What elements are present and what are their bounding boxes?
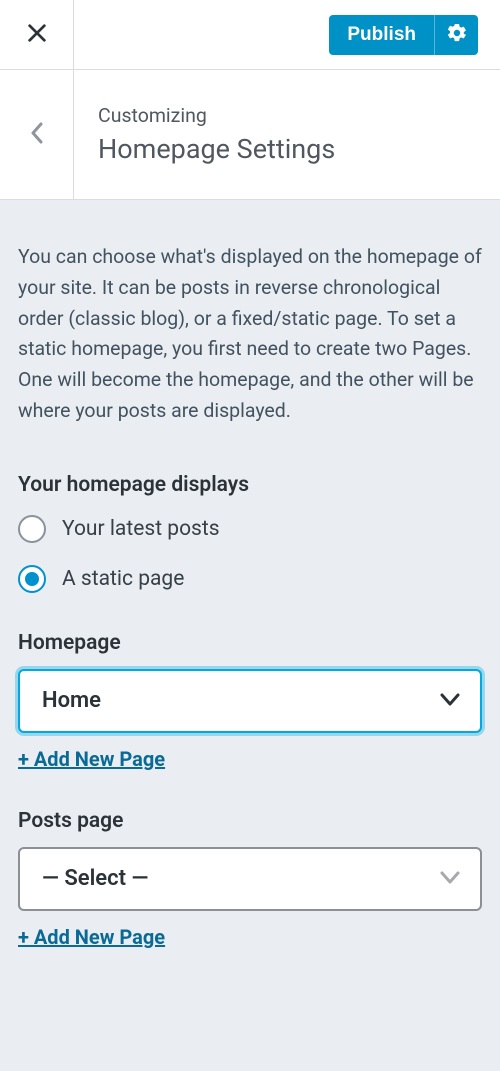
radio-label: A static page xyxy=(62,567,184,591)
chevron-down-icon xyxy=(438,687,462,715)
publish-group: Publish xyxy=(329,15,478,55)
page-title: Homepage Settings xyxy=(98,133,335,165)
section-header: Customizing Homepage Settings xyxy=(0,70,500,200)
publish-settings-button[interactable] xyxy=(434,15,478,55)
add-new-page-posts[interactable]: + Add New Page xyxy=(18,925,165,949)
radio-latest-posts[interactable]: Your latest posts xyxy=(18,515,482,543)
back-button[interactable] xyxy=(0,70,74,200)
homepage-select[interactable]: Home xyxy=(18,669,482,733)
topbar: Publish xyxy=(0,0,500,70)
homepage-label: Homepage xyxy=(18,631,482,655)
displays-heading: Your homepage displays xyxy=(18,473,482,497)
publish-button[interactable]: Publish xyxy=(329,15,434,55)
close-icon xyxy=(26,22,48,47)
radio-label: Your latest posts xyxy=(62,517,220,541)
posts-page-field: Posts page — Select — + Add New Page xyxy=(18,809,482,949)
radio-input[interactable] xyxy=(18,515,46,543)
panel-body: You can choose what's displayed on the h… xyxy=(0,200,500,979)
chevron-down-icon xyxy=(438,865,462,893)
select-value: — Select — xyxy=(42,866,148,891)
posts-page-select[interactable]: — Select — xyxy=(18,847,482,911)
radio-input[interactable] xyxy=(18,565,46,593)
add-new-page-homepage[interactable]: + Add New Page xyxy=(18,747,165,771)
panel-description: You can choose what's displayed on the h… xyxy=(18,242,482,427)
homepage-field: Homepage Home + Add New Page xyxy=(18,631,482,771)
radio-static-page[interactable]: A static page xyxy=(18,565,482,593)
select-value: Home xyxy=(42,688,101,713)
gear-icon xyxy=(446,22,468,47)
header-eyebrow: Customizing xyxy=(98,104,335,127)
close-button[interactable] xyxy=(0,0,74,70)
chevron-left-icon xyxy=(29,121,45,148)
posts-page-label: Posts page xyxy=(18,809,482,833)
